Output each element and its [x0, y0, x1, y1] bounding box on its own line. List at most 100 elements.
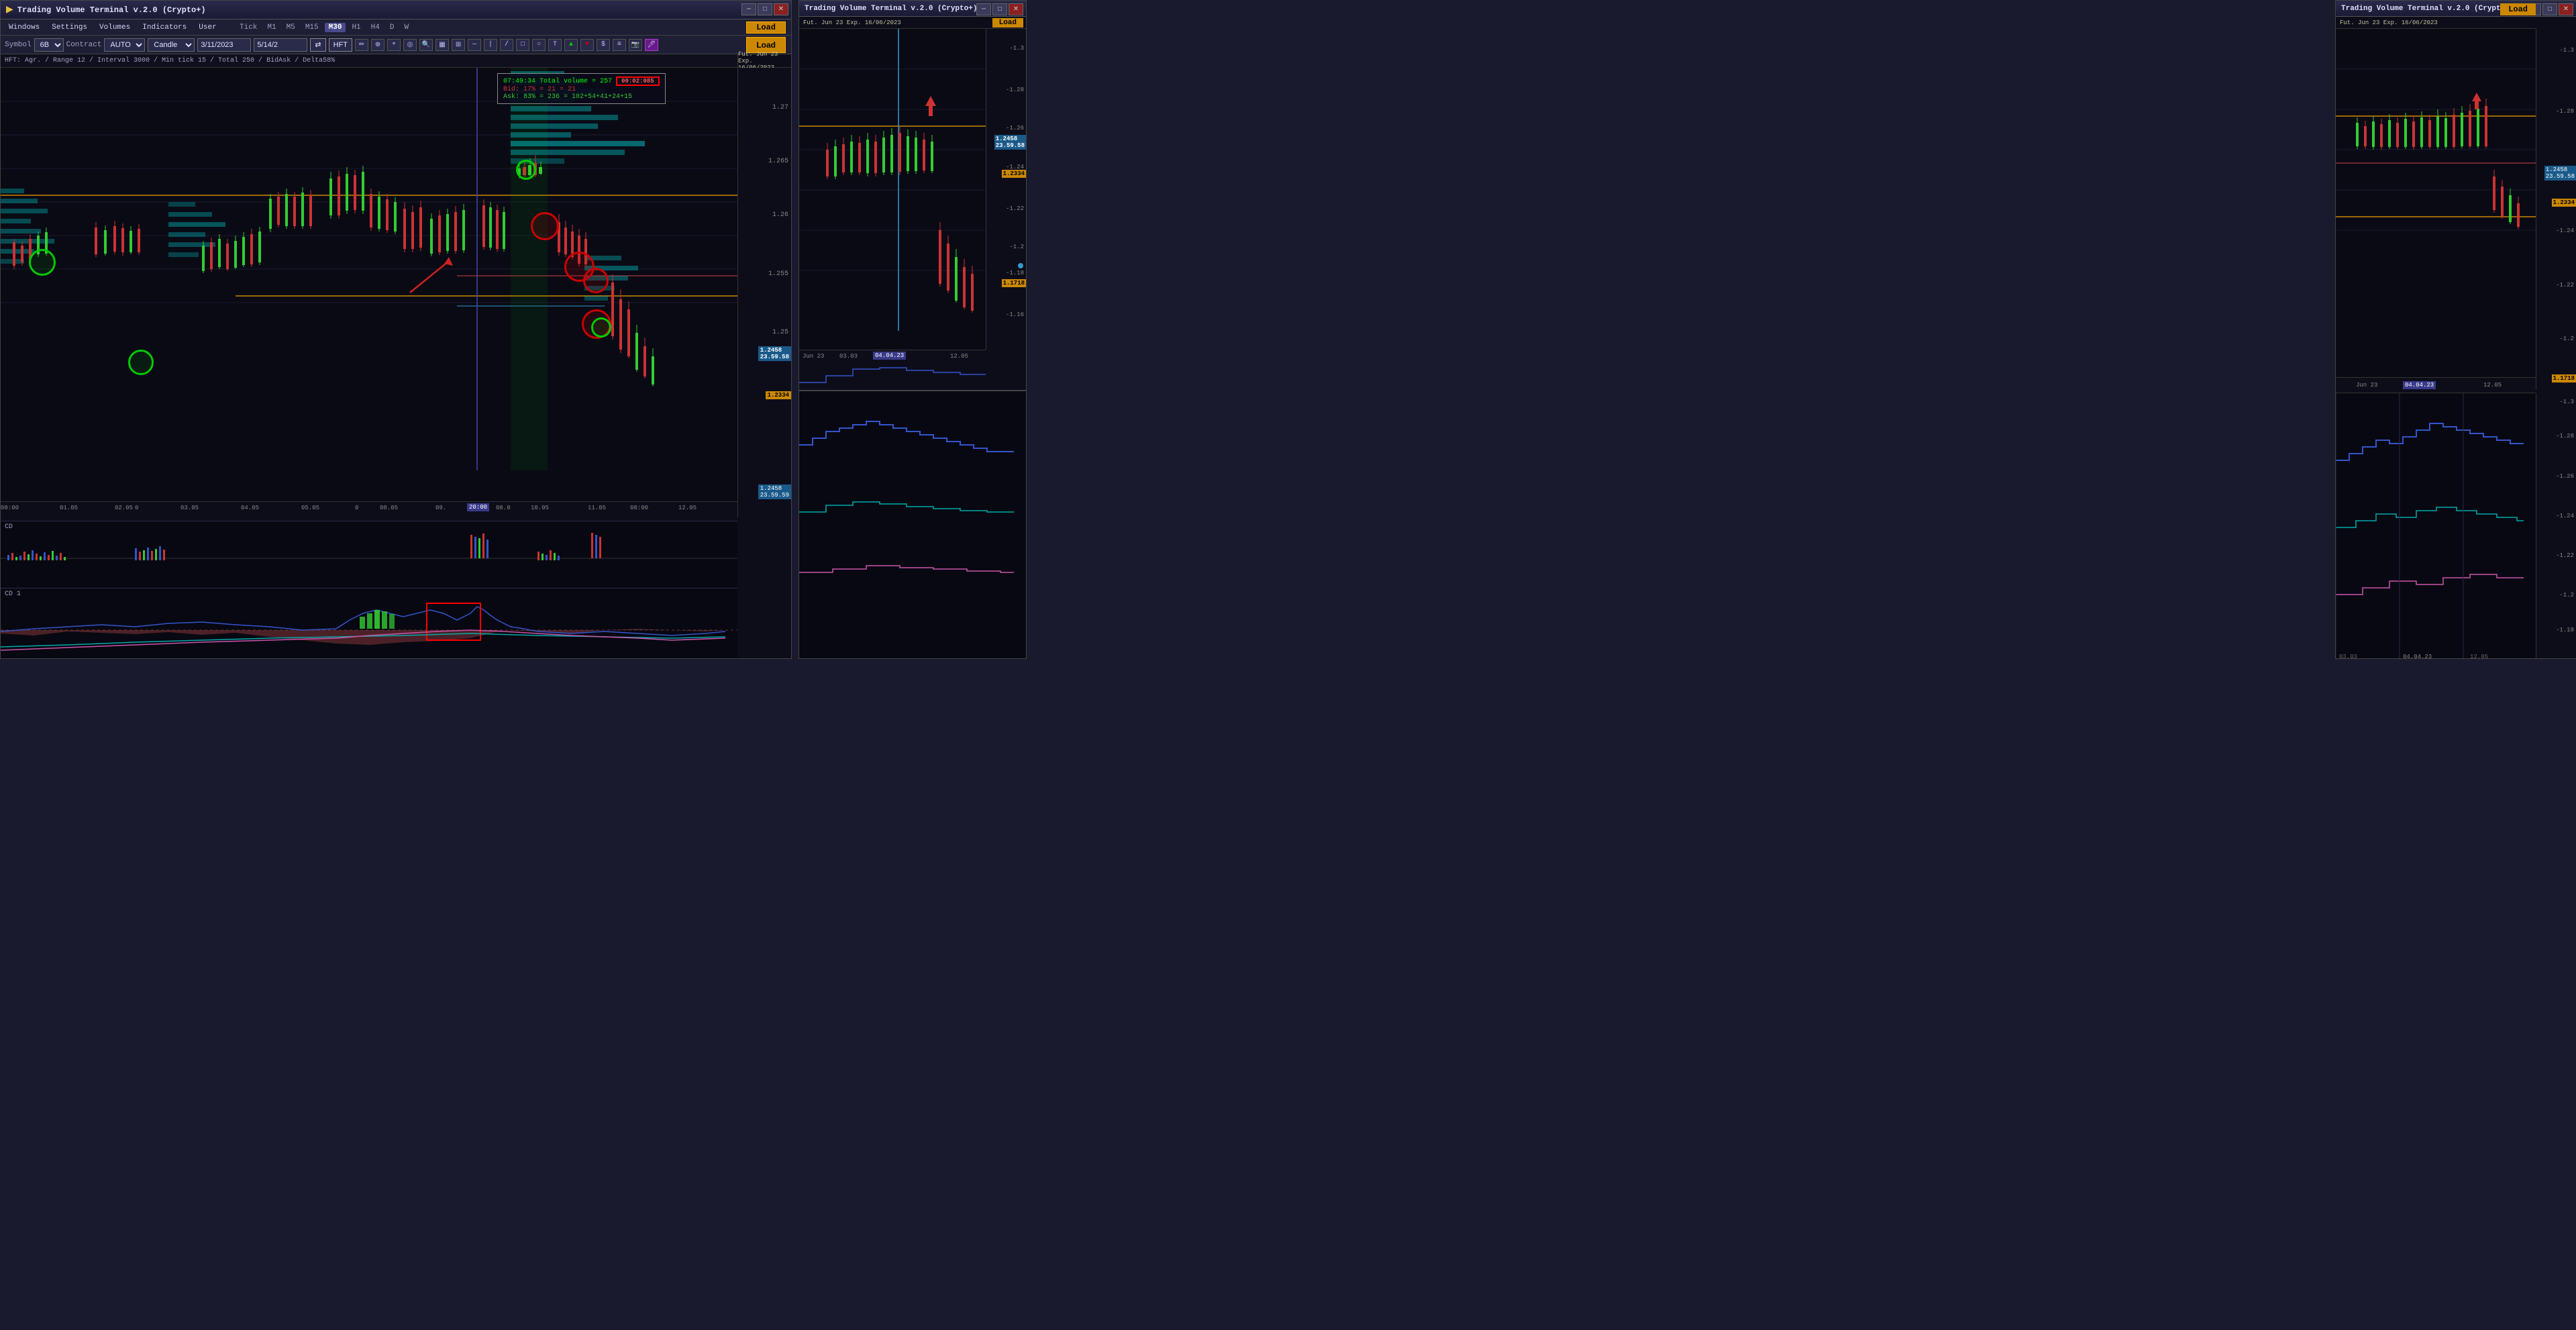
- app-title: Trading Volume Terminal v.2.0 (Crypto+): [17, 5, 206, 15]
- tf-m30[interactable]: M30: [325, 23, 346, 32]
- purple-tool-icon[interactable]: 🖊: [645, 39, 658, 51]
- r-price-1.26: -1.26: [1006, 125, 1024, 132]
- time-0a: 0: [135, 505, 138, 511]
- text-icon[interactable]: T: [548, 39, 562, 51]
- price-scale: 1.27 1.265 1.26 1.255 1.25 1.2458 23.59.…: [737, 68, 791, 517]
- menu-bar: Windows Settings Volumes Indicators User…: [1, 19, 791, 36]
- menu-windows[interactable]: Windows: [3, 22, 45, 33]
- far-right-futures: Fut. Jun 23 Exp. 16/06/2023: [2340, 19, 2438, 26]
- vline-icon[interactable]: |: [484, 39, 497, 51]
- tf-h1[interactable]: H1: [348, 23, 364, 32]
- right-chart-area[interactable]: [799, 29, 986, 350]
- arrows-button[interactable]: ⇄: [310, 38, 325, 52]
- tf-w[interactable]: W: [400, 23, 413, 32]
- symbol-bar: Symbol 6B Contract AUTO Candle ⇄ HFT ✏ ⊕…: [1, 36, 791, 54]
- right-close[interactable]: ✕: [1009, 3, 1023, 15]
- line-icon[interactable]: —: [468, 39, 481, 51]
- rect-icon[interactable]: □: [516, 39, 529, 51]
- fr-time-axis: Jun 23 04.04.23 12.05: [2336, 377, 2536, 393]
- main-chart-area[interactable]: 07:49:34 Total volume = 257 00:02:085 Bi…: [1, 68, 737, 517]
- svg-text:04.04.23: 04.04.23: [2403, 654, 2432, 658]
- green-circle-peak: [516, 160, 536, 180]
- r-price-1.24: -1.24: [1006, 164, 1024, 170]
- load-button-menu[interactable]: Load: [746, 21, 786, 34]
- tf-m1[interactable]: M1: [263, 23, 280, 32]
- fr-price-box-bottom: 1.1718: [2552, 374, 2576, 382]
- r-price-1.22: -1.22: [1006, 205, 1024, 212]
- up-arrow-icon[interactable]: ▲: [564, 39, 578, 51]
- right-price-box-blue: 1.2458 23.59.58: [994, 135, 1026, 150]
- time-axis: 08:00 01.05 02.05 0 03.05 04.05 05.05 0 …: [1, 501, 737, 517]
- symbol-dropdown[interactable]: 6B: [34, 38, 64, 52]
- title-bar: ▶ Trading Volume Terminal v.2.0 (Crypto+…: [1, 1, 791, 19]
- far-right-maximize[interactable]: □: [2542, 3, 2557, 15]
- time-09: 09.: [435, 505, 446, 511]
- bar-chart-icon[interactable]: ▦: [435, 39, 449, 51]
- contract-dropdown[interactable]: AUTO: [104, 38, 145, 52]
- current-price-box: 1.2458 23.59.58: [758, 346, 791, 361]
- time-04.05: 04.05: [241, 505, 259, 511]
- time-03.05: 03.05: [181, 505, 199, 511]
- green-circle-1: [29, 249, 56, 276]
- list-icon[interactable]: ≡: [613, 39, 626, 51]
- chart-type-dropdown[interactable]: Candle: [148, 38, 195, 52]
- contract-label: Contract: [66, 41, 102, 49]
- chart-grid: [1, 68, 737, 517]
- right-time-axis: Jun 23 03.03 04.04.23 12.05: [799, 350, 986, 390]
- dollar-icon[interactable]: $: [597, 39, 610, 51]
- bottom-price-box: 1.2458 23.59.59: [758, 484, 791, 499]
- fr-jun23: Jun 23: [2356, 382, 2377, 389]
- r-price-1.18: -1.18: [1006, 270, 1024, 276]
- futures-bar: Fut. Jun 23 Exp. 16/06/2023: [737, 54, 791, 68]
- chart-info-bar: HFT: Agr. / Range 12 / Interval 3000 / M…: [1, 54, 737, 68]
- green-circle-2: [128, 350, 154, 375]
- tf-m5[interactable]: M5: [282, 23, 299, 32]
- zoom-icon[interactable]: 🔍: [419, 39, 433, 51]
- time-12.05: 12.05: [678, 505, 697, 511]
- r-price-1.2: -1.2: [1009, 244, 1024, 250]
- hft-button[interactable]: HFT: [329, 38, 352, 52]
- camera-icon[interactable]: 📷: [629, 39, 642, 51]
- fr-b-1.24: -1.24: [2556, 513, 2574, 519]
- menu-user[interactable]: User: [193, 22, 221, 33]
- close-button[interactable]: ✕: [774, 3, 788, 15]
- tf-m15[interactable]: M15: [301, 23, 323, 32]
- time-08.0: 08.0: [496, 505, 511, 511]
- target-icon[interactable]: ◎: [403, 39, 417, 51]
- crosshair-icon[interactable]: ⊕: [371, 39, 384, 51]
- minimize-button[interactable]: ─: [741, 3, 756, 15]
- right-blue-dot: [1018, 263, 1023, 268]
- cd-chart: [1, 531, 737, 585]
- tf-d[interactable]: D: [386, 23, 399, 32]
- date-to-input[interactable]: [254, 38, 307, 52]
- right-load-btn[interactable]: Load: [992, 18, 1023, 28]
- price-1.255: 1.255: [768, 270, 788, 278]
- right-maximize[interactable]: □: [992, 3, 1007, 15]
- menu-settings[interactable]: Settings: [46, 22, 93, 33]
- timeframe-bar: Tick M1 M5 M15 M30 H1 H4 D W: [236, 23, 413, 32]
- tf-tick[interactable]: Tick: [236, 23, 261, 32]
- diagonal-line-icon[interactable]: /: [500, 39, 513, 51]
- date-from-input[interactable]: [197, 38, 251, 52]
- grid-icon[interactable]: ⊞: [452, 39, 465, 51]
- menu-indicators[interactable]: Indicators: [137, 22, 192, 33]
- down-arrow-icon[interactable]: ▼: [580, 39, 594, 51]
- r-price-1.16: -1.16: [1006, 311, 1024, 318]
- cd1-chart: [1, 597, 737, 657]
- maximize-button[interactable]: □: [758, 3, 772, 15]
- symbol-label: Symbol: [5, 41, 32, 49]
- fr-12.05: 12.05: [2483, 382, 2502, 389]
- right-bottom-svg: [799, 362, 986, 389]
- far-right-close[interactable]: ✕: [2559, 3, 2573, 15]
- right-window-controls: ─ □ ✕: [976, 3, 1023, 15]
- fr-price-1.24: -1.24: [2556, 227, 2574, 234]
- fr-price-box-orange: 1.2334: [2552, 199, 2576, 207]
- price-1.27: 1.27: [772, 104, 788, 111]
- plus-icon[interactable]: +: [387, 39, 401, 51]
- ellipse-icon[interactable]: ○: [532, 39, 546, 51]
- menu-volumes[interactable]: Volumes: [94, 22, 136, 33]
- far-right-load-btn[interactable]: Load: [2500, 3, 2536, 15]
- right-minimize[interactable]: ─: [976, 3, 991, 15]
- tf-h4[interactable]: H4: [367, 23, 384, 32]
- pencil-icon[interactable]: ✏: [355, 39, 368, 51]
